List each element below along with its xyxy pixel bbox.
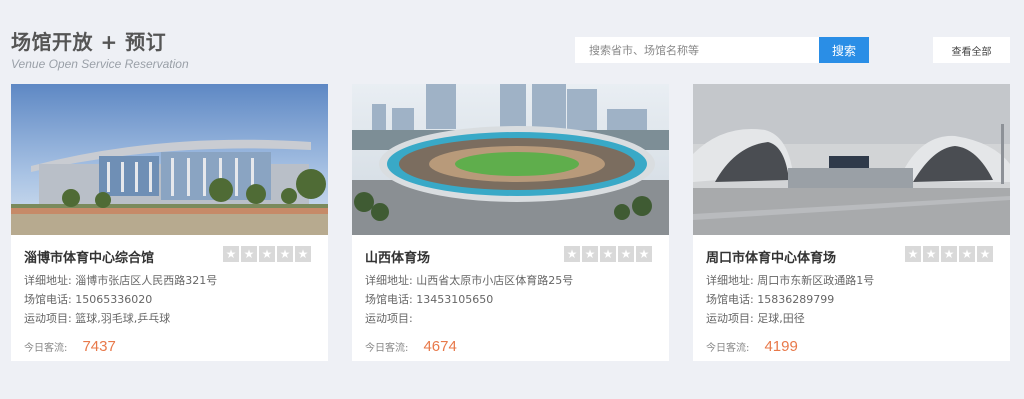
venue-card[interactable]: 山西体育场 ★ ★ ★ ★ ★ 详细地址: 山西省太原市小店区体育路25号 场馆… bbox=[352, 84, 669, 361]
star-icon[interactable]: ★ bbox=[618, 246, 634, 262]
venue-name: 山西体育场 bbox=[365, 251, 431, 266]
star-icon[interactable]: ★ bbox=[959, 246, 975, 262]
address-label: 详细地址: bbox=[365, 274, 413, 287]
venue-sports: 运动项目: 足球,田径 bbox=[706, 310, 805, 326]
today-traffic: 今日客流: 4199 bbox=[706, 336, 798, 355]
venue-address: 详细地址: 淄博市张店区人民西路321号 bbox=[24, 272, 217, 288]
star-icon[interactable]: ★ bbox=[600, 246, 616, 262]
venue-sports: 运动项目: bbox=[365, 310, 413, 326]
star-icon[interactable]: ★ bbox=[295, 246, 311, 262]
phone-label: 场馆电话: bbox=[706, 293, 754, 306]
sports-value: 足球,田径 bbox=[757, 312, 805, 325]
star-icon[interactable]: ★ bbox=[977, 246, 993, 262]
star-rating[interactable]: ★ ★ ★ ★ ★ bbox=[564, 246, 652, 262]
traffic-value: 7437 bbox=[82, 338, 116, 355]
phone-label: 场馆电话: bbox=[24, 293, 72, 306]
address-value: 淄博市张店区人民西路321号 bbox=[75, 274, 218, 287]
venue-address: 详细地址: 周口市东新区政通路1号 bbox=[706, 272, 874, 288]
star-icon[interactable]: ★ bbox=[582, 246, 598, 262]
address-value: 周口市东新区政通路1号 bbox=[757, 274, 875, 287]
star-icon[interactable]: ★ bbox=[223, 246, 239, 262]
traffic-label: 今日客流: bbox=[24, 343, 68, 354]
venue-name: 周口市体育中心体育场 bbox=[706, 251, 837, 266]
traffic-label: 今日客流: bbox=[706, 343, 750, 354]
star-icon[interactable]: ★ bbox=[564, 246, 580, 262]
venue-phone: 场馆电话: 13453105650 bbox=[365, 291, 493, 307]
view-all-button[interactable]: 查看全部 bbox=[933, 37, 1010, 63]
venue-name: 淄博市体育中心综合馆 bbox=[24, 251, 155, 266]
phone-label: 场馆电话: bbox=[365, 293, 413, 306]
star-icon[interactable]: ★ bbox=[259, 246, 275, 262]
venue-photo-sports-center bbox=[693, 84, 1010, 235]
sports-value: 篮球,羽毛球,乒乓球 bbox=[75, 312, 171, 325]
search-button[interactable]: 搜索 bbox=[819, 37, 869, 63]
venue-photo-gymnasium bbox=[11, 84, 328, 235]
sports-label: 运动项目: bbox=[24, 312, 72, 325]
venue-card[interactable]: 周口市体育中心体育场 ★ ★ ★ ★ ★ 详细地址: 周口市东新区政通路1号 场… bbox=[693, 84, 1010, 361]
address-label: 详细地址: bbox=[706, 274, 754, 287]
address-label: 详细地址: bbox=[24, 274, 72, 287]
star-icon[interactable]: ★ bbox=[636, 246, 652, 262]
phone-value: 13453105650 bbox=[416, 293, 494, 306]
phone-value: 15836289799 bbox=[757, 293, 835, 306]
star-rating[interactable]: ★ ★ ★ ★ ★ bbox=[223, 246, 311, 262]
venue-phone: 场馆电话: 15065336020 bbox=[24, 291, 152, 307]
page-subtitle: Venue Open Service Reservation bbox=[11, 57, 189, 71]
venue-photo-stadium bbox=[352, 84, 669, 235]
star-icon[interactable]: ★ bbox=[905, 246, 921, 262]
traffic-label: 今日客流: bbox=[365, 343, 409, 354]
sports-label: 运动项目: bbox=[365, 312, 413, 325]
traffic-value: 4199 bbox=[764, 338, 798, 355]
today-traffic: 今日客流: 7437 bbox=[24, 336, 116, 355]
phone-value: 15065336020 bbox=[75, 293, 153, 306]
star-icon[interactable]: ★ bbox=[923, 246, 939, 262]
venue-card[interactable]: 淄博市体育中心综合馆 ★ ★ ★ ★ ★ 详细地址: 淄博市张店区人民西路321… bbox=[11, 84, 328, 361]
address-value: 山西省太原市小店区体育路25号 bbox=[416, 274, 574, 287]
star-rating[interactable]: ★ ★ ★ ★ ★ bbox=[905, 246, 993, 262]
venue-sports: 运动项目: 篮球,羽毛球,乒乓球 bbox=[24, 310, 170, 326]
star-icon[interactable]: ★ bbox=[241, 246, 257, 262]
venue-address: 详细地址: 山西省太原市小店区体育路25号 bbox=[365, 272, 573, 288]
sports-label: 运动项目: bbox=[706, 312, 754, 325]
star-icon[interactable]: ★ bbox=[941, 246, 957, 262]
traffic-value: 4674 bbox=[423, 338, 457, 355]
search-input[interactable] bbox=[575, 37, 819, 63]
star-icon[interactable]: ★ bbox=[277, 246, 293, 262]
today-traffic: 今日客流: 4674 bbox=[365, 336, 457, 355]
venue-phone: 场馆电话: 15836289799 bbox=[706, 291, 834, 307]
page-title: 场馆开放 + 预订 bbox=[11, 30, 167, 54]
